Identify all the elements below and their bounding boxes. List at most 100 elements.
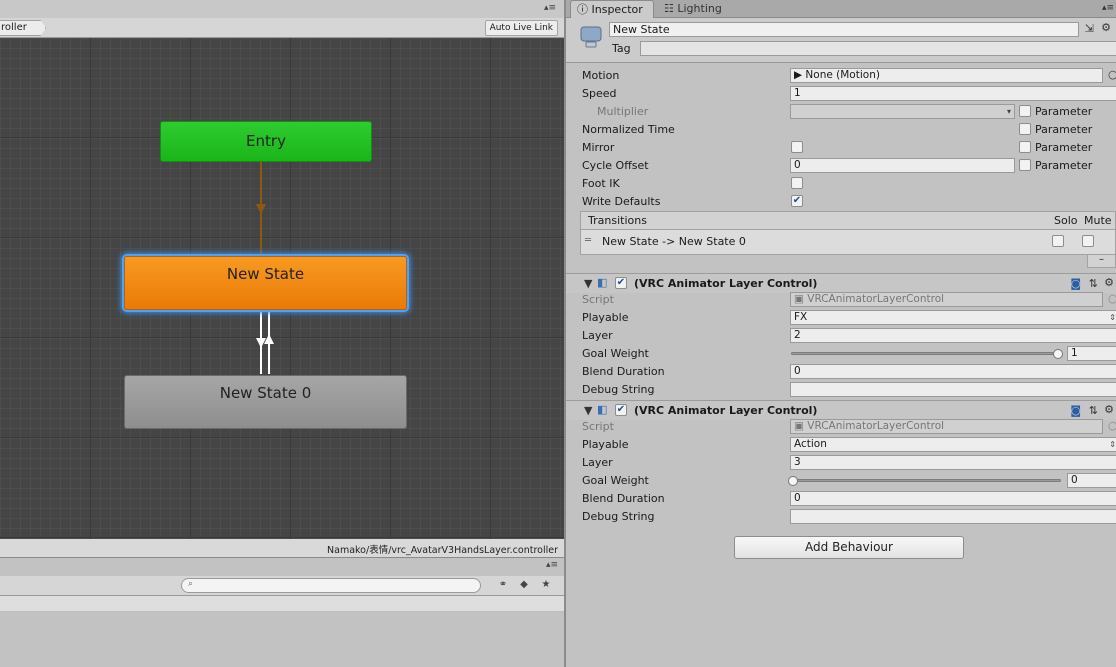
script-label: Script xyxy=(582,293,614,306)
normalized-time-parameter-checkbox[interactable] xyxy=(1019,123,1031,135)
write-defaults-checkbox[interactable]: ✔ xyxy=(791,195,803,207)
multiplier-label: Multiplier xyxy=(597,105,649,118)
foldout-arrow-icon[interactable]: ▼ xyxy=(584,404,592,417)
blend-duration-field[interactable]: 0 xyxy=(790,364,1116,379)
remove-transition-button[interactable]: – xyxy=(1087,255,1116,268)
component-title: (VRC Animator Layer Control) xyxy=(634,277,818,290)
goal-weight-slider-track[interactable] xyxy=(791,352,1061,355)
playable-value: FX xyxy=(794,311,808,323)
layer-field[interactable]: 2 xyxy=(790,328,1116,343)
preset-icon[interactable]: ⇅ xyxy=(1089,277,1098,290)
multiplier-parameter-checkbox[interactable] xyxy=(1019,105,1031,117)
foldout-arrow-icon[interactable]: ▼ xyxy=(584,277,592,290)
goal-weight-field[interactable]: 1 xyxy=(1067,346,1116,361)
dropdown-arrow-icon: ⇕ xyxy=(1109,440,1116,449)
script-field: ▣ VRCAnimatorLayerControl xyxy=(790,419,1103,434)
project-panel: ▴≡ ⌕ ⚭ ◆ ★ xyxy=(0,557,566,667)
gear-icon[interactable]: ⚙ xyxy=(1104,403,1114,416)
animator-window: ▴≡ roller Auto Live Link Entry New State… xyxy=(0,0,566,557)
object-header: New State ⇲ ⚙ Tag xyxy=(566,18,1116,63)
gear-icon[interactable]: ⚙ xyxy=(1101,21,1111,34)
window-menu-icon[interactable]: ▴≡ xyxy=(546,560,558,570)
window-menu-icon[interactable]: ▴≡ xyxy=(544,3,556,13)
debug-string-field[interactable] xyxy=(790,382,1116,397)
book-icon[interactable]: ◙ xyxy=(1070,404,1081,417)
window-menu-icon[interactable]: ▴≡ xyxy=(1102,3,1114,13)
book-icon[interactable]: ◙ xyxy=(1070,277,1081,290)
component-enabled-checkbox[interactable]: ✔ xyxy=(615,277,627,289)
playable-dropdown[interactable]: Action ⇕ xyxy=(790,437,1116,452)
layer-label: Layer xyxy=(582,456,613,469)
debug-string-field[interactable] xyxy=(790,509,1116,524)
mirror-label: Mirror xyxy=(582,141,615,154)
goal-weight-slider-track[interactable] xyxy=(791,479,1061,482)
goal-weight-slider-thumb[interactable] xyxy=(1053,349,1063,359)
playable-label: Playable xyxy=(582,438,629,451)
entry-transition-arrow xyxy=(256,204,266,214)
component-header[interactable]: ▼ ◧ ✔ (VRC Animator Layer Control) ◙ ⇅ ⚙ xyxy=(566,400,1116,420)
motion-field[interactable]: ▶ None (Motion) xyxy=(790,68,1103,83)
script-label: Script xyxy=(582,420,614,433)
animator-title-bar: ▴≡ xyxy=(0,0,566,18)
gear-icon[interactable]: ⚙ xyxy=(1104,276,1114,289)
mirror-checkbox[interactable] xyxy=(791,141,803,153)
normalized-time-label: Normalized Time xyxy=(582,123,675,136)
filter-icon[interactable]: ⚭ xyxy=(494,577,512,594)
drag-handle-icon[interactable]: ═ xyxy=(585,235,591,246)
script-value: VRCAnimatorLayerControl xyxy=(807,420,945,432)
normalized-time-parameter-label: Parameter xyxy=(1035,123,1093,136)
add-behaviour-button[interactable]: Add Behaviour xyxy=(734,536,964,559)
object-picker-icon: ○ xyxy=(1108,292,1116,305)
layer-field[interactable]: 3 xyxy=(790,455,1116,470)
component-enabled-checkbox[interactable]: ✔ xyxy=(615,404,627,416)
tab-lighting-label: Lighting xyxy=(677,2,722,15)
motion-value: None (Motion) xyxy=(805,69,880,81)
transitions-list: Transitions Solo Mute ═ New State -> New… xyxy=(580,211,1116,268)
playable-label: Playable xyxy=(582,311,629,324)
animator-state-icon xyxy=(580,26,602,48)
solo-header-label: Solo xyxy=(1054,214,1078,227)
search-input[interactable]: ⌕ xyxy=(181,578,481,593)
star-icon[interactable]: ★ xyxy=(537,577,555,594)
new-state-0-node[interactable]: New State 0 xyxy=(124,375,407,429)
playable-dropdown[interactable]: FX ⇕ xyxy=(790,310,1116,325)
cycle-offset-parameter-checkbox[interactable] xyxy=(1019,159,1031,171)
mirror-parameter-checkbox[interactable] xyxy=(1019,141,1031,153)
speed-field[interactable]: 1 xyxy=(790,86,1116,101)
blend-duration-field[interactable]: 0 xyxy=(790,491,1116,506)
transition-item[interactable]: ═ New State -> New State 0 xyxy=(580,229,1116,255)
transition-mute-checkbox[interactable] xyxy=(1082,235,1094,247)
blend-duration-label: Blend Duration xyxy=(582,492,665,505)
cycle-offset-field[interactable]: 0 xyxy=(790,158,1015,173)
object-picker-icon: ○ xyxy=(1108,419,1116,432)
goal-weight-field[interactable]: 0 xyxy=(1067,473,1116,488)
animator-toolbar: roller Auto Live Link xyxy=(0,18,566,38)
preset-icon[interactable]: ⇅ xyxy=(1089,404,1098,417)
state-machine-graph[interactable]: Entry New State New State 0 xyxy=(0,38,566,539)
object-picker-icon[interactable]: ○ xyxy=(1108,68,1116,81)
tab-lighting[interactable]: ☷ Lighting xyxy=(658,0,738,18)
new-state-node[interactable]: New State xyxy=(124,256,407,310)
foot-ik-label: Foot IK xyxy=(582,177,620,190)
component-header[interactable]: ▼ ◧ ✔ (VRC Animator Layer Control) ◙ ⇅ ⚙ xyxy=(566,273,1116,293)
entry-node[interactable]: Entry xyxy=(160,121,372,162)
info-icon: ⓘ xyxy=(577,3,588,16)
help-icon[interactable]: ⇲ xyxy=(1085,22,1094,35)
goal-weight-label: Goal Weight xyxy=(582,347,649,360)
tag-icon[interactable]: ◆ xyxy=(515,577,533,594)
search-icon: ⌕ xyxy=(188,579,194,589)
tag-field[interactable] xyxy=(640,41,1116,56)
blend-duration-label: Blend Duration xyxy=(582,365,665,378)
tab-inspector[interactable]: ⓘ Inspector xyxy=(570,0,654,18)
object-name-field[interactable]: New State xyxy=(609,22,1079,37)
mirror-parameter-label: Parameter xyxy=(1035,141,1093,154)
breadcrumb[interactable]: roller xyxy=(0,20,46,36)
multiplier-dropdown: ▾ xyxy=(790,104,1015,119)
goal-weight-slider-thumb[interactable] xyxy=(788,476,798,486)
auto-live-link-button[interactable]: Auto Live Link xyxy=(484,20,558,36)
project-breadcrumb-strip xyxy=(0,596,566,612)
inspector-tab-bar: ⓘ Inspector ☷ Lighting ▴≡ xyxy=(566,0,1116,18)
script-icon: ◧ xyxy=(597,403,608,416)
foot-ik-checkbox[interactable] xyxy=(791,177,803,189)
transition-solo-checkbox[interactable] xyxy=(1052,235,1064,247)
